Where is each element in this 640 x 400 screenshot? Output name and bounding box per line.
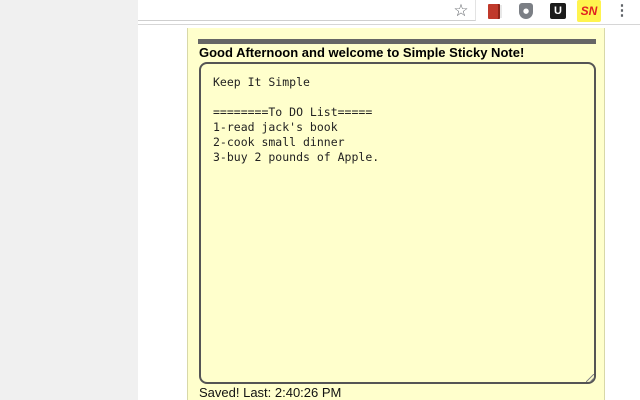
menu-dots-icon[interactable]: ⋮ — [612, 1, 632, 21]
sticky-note-popup: Good Afternoon and welcome to Simple Sti… — [187, 28, 605, 400]
toolbar-divider — [138, 24, 640, 25]
page-background — [0, 0, 138, 400]
resize-grip-icon[interactable] — [586, 374, 594, 382]
note-textarea[interactable] — [199, 62, 596, 384]
u-extension-label: U — [550, 3, 566, 19]
bookmark-star-icon[interactable]: ☆ — [451, 1, 471, 21]
save-status: Saved! Last: 2:40:26 PM — [199, 385, 342, 400]
book-extension-icon[interactable] — [484, 1, 504, 21]
simple-sticky-note-extension-icon[interactable]: SN — [577, 0, 601, 22]
sn-extension-label: SN — [580, 4, 598, 18]
greeting-heading: Good Afternoon and welcome to Simple Sti… — [199, 45, 525, 60]
popup-top-bar — [198, 39, 596, 44]
u-extension-icon[interactable]: U — [548, 1, 568, 21]
shield-extension-icon[interactable]: ● — [516, 1, 536, 21]
address-bar[interactable] — [138, 0, 476, 21]
